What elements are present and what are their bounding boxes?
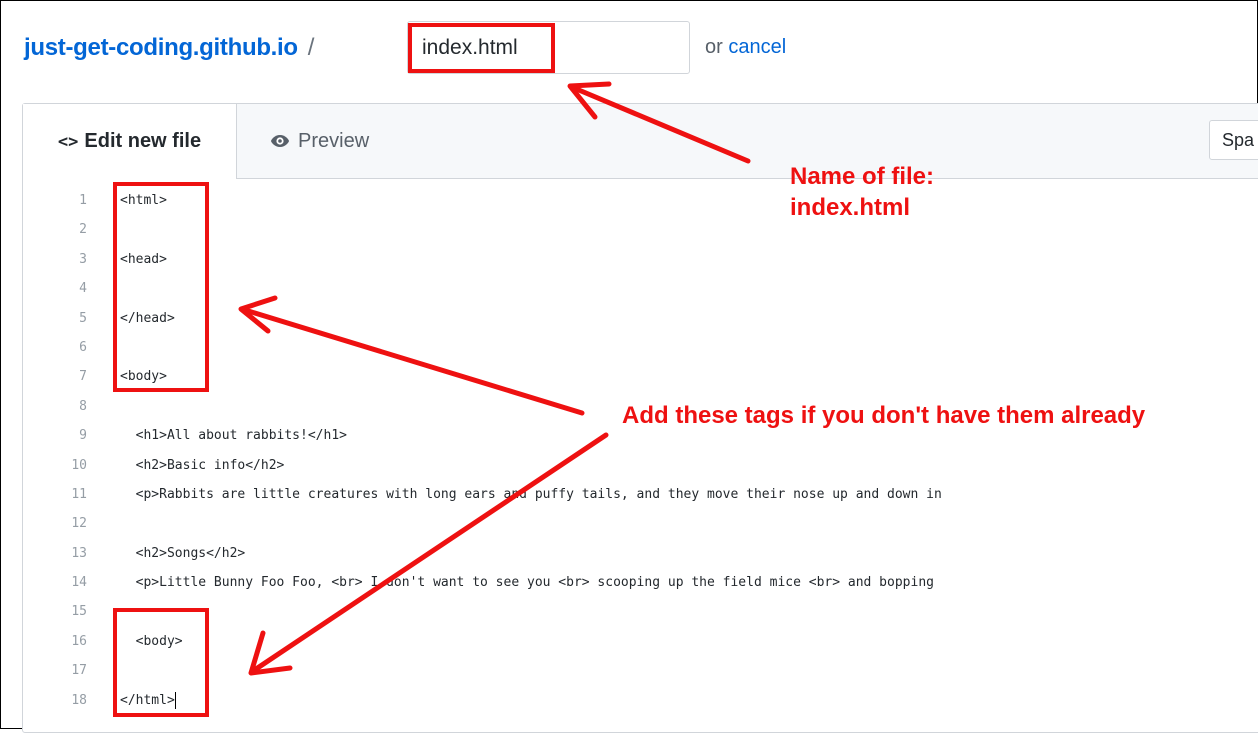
line-number: 2 xyxy=(79,222,87,238)
cancel-link[interactable]: cancel xyxy=(728,36,786,58)
text-cursor xyxy=(174,691,176,709)
line-number: 5 xyxy=(79,310,87,326)
code-line: 11 <p>Rabbits are little creatures with … xyxy=(23,480,1258,509)
line-number: 8 xyxy=(79,398,87,414)
code-text: <p>Rabbits are little creatures with lon… xyxy=(120,486,942,502)
line-number: 3 xyxy=(79,251,87,267)
filename-callout-line2: index.html xyxy=(790,194,911,221)
code-icon: <> xyxy=(57,131,79,152)
code-text: </head> xyxy=(120,310,175,326)
code-line: 10 <h2>Basic info</h2> xyxy=(23,451,1258,480)
code-text: <p>Little Bunny Foo Foo, <br> I don't wa… xyxy=(120,575,934,591)
cancel-prefix: or xyxy=(705,36,723,58)
editor-tab-bar: <> Edit new file Preview Spa xyxy=(23,104,1258,179)
code-text: <head> xyxy=(120,251,167,267)
line-number: 1 xyxy=(79,193,87,208)
code-line: 3 <head> xyxy=(23,245,1258,274)
line-number: 13 xyxy=(71,545,87,561)
code-line: 2 xyxy=(23,215,1258,244)
code-line: 17 xyxy=(23,656,1258,685)
filename-callout: Name of file: index.html xyxy=(790,161,934,223)
code-text: <html> xyxy=(120,193,167,208)
code-area[interactable]: 1 <html> 2 3 <head> 4 5 </head> 6 7 <body> 8… xyxy=(23,186,1258,715)
code-line: 4 xyxy=(23,274,1258,303)
code-text: <h2>Songs</h2> xyxy=(120,545,246,561)
code-text: </html> xyxy=(120,686,176,715)
line-number: 9 xyxy=(79,428,87,444)
line-number: 15 xyxy=(71,604,87,620)
line-number: 18 xyxy=(71,692,87,708)
filename-input[interactable] xyxy=(407,21,690,74)
tab-preview[interactable]: Preview xyxy=(270,104,369,178)
line-number: 14 xyxy=(71,575,87,591)
tab-edit-label: Edit new file xyxy=(84,130,202,152)
path-separator: / xyxy=(307,34,315,61)
code-line: 7 <body> xyxy=(23,362,1258,391)
line-number: 4 xyxy=(79,281,87,297)
code-line: 6 xyxy=(23,333,1258,362)
cancel-area: or cancel xyxy=(705,36,786,59)
tab-preview-label: Preview xyxy=(298,129,370,152)
code-text-content: </html> xyxy=(120,692,175,708)
code-line: 14 <p>Little Bunny Foo Foo, <br> I don't… xyxy=(23,568,1258,597)
tags-callout: Add these tags if you don't have them al… xyxy=(622,402,1146,429)
indent-mode-select[interactable]: Spa xyxy=(1209,120,1258,160)
line-number: 10 xyxy=(71,457,87,473)
code-text: <h2>Basic info</h2> xyxy=(120,457,285,473)
code-line: 15 xyxy=(23,597,1258,626)
line-number: 11 xyxy=(71,486,87,502)
filename-callout-line1: Name of file: xyxy=(790,163,935,190)
line-number: 7 xyxy=(79,369,87,385)
tab-edit-new-file[interactable]: <> Edit new file xyxy=(23,104,237,179)
repo-link[interactable]: just-get-coding.github.io xyxy=(24,34,298,62)
code-line: 13 <h2>Songs</h2> xyxy=(23,539,1258,568)
code-line: 1 <html> xyxy=(23,186,1258,215)
code-text: <body> xyxy=(120,633,183,649)
code-line: 12 xyxy=(23,509,1258,538)
code-text: <h1>All about rabbits!</h1> xyxy=(120,428,347,444)
code-line: 5 </head> xyxy=(23,304,1258,333)
line-number: 12 xyxy=(71,516,87,532)
file-path-header: just-get-coding.github.io / xyxy=(24,30,314,66)
line-number: 17 xyxy=(71,663,87,679)
line-number: 16 xyxy=(71,633,87,649)
code-line: 16 <body> xyxy=(23,627,1258,656)
eye-icon xyxy=(271,135,289,147)
code-line: 18 </html> xyxy=(23,686,1258,715)
line-number: 6 xyxy=(79,339,87,355)
code-text: <body> xyxy=(120,369,167,385)
